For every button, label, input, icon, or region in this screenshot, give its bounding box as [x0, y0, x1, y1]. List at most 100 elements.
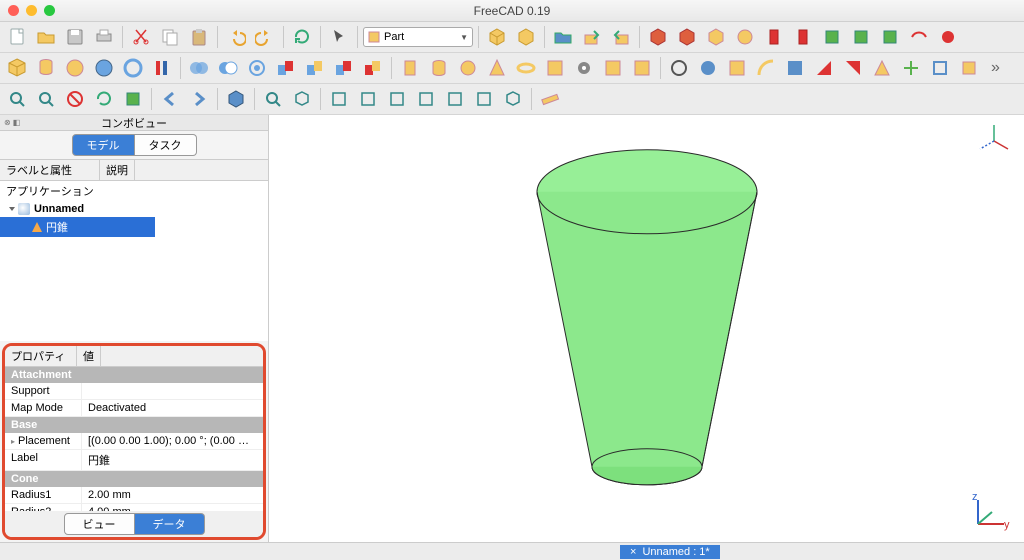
misc-1-icon[interactable] [600, 55, 626, 81]
document-tab[interactable]: × Unnamed : 1* [620, 545, 720, 559]
bool-4-icon[interactable] [273, 55, 299, 81]
shape-icon-2[interactable] [674, 24, 700, 50]
tree-root[interactable]: アプリケーション [0, 181, 268, 201]
pointer-button[interactable] [326, 24, 352, 50]
tab-task[interactable]: タスク [135, 134, 197, 156]
tab-data[interactable]: データ [135, 513, 205, 535]
view-right-icon[interactable] [384, 86, 410, 112]
axis-gizmo[interactable]: z y [970, 492, 1010, 532]
view-front-icon[interactable] [326, 86, 352, 112]
nav-cube[interactable] [976, 123, 1012, 159]
part-cylinder-icon[interactable] [33, 55, 59, 81]
paste-button[interactable] [186, 24, 212, 50]
mod-2-icon[interactable] [695, 55, 721, 81]
cube2-icon[interactable] [513, 24, 539, 50]
tab-view[interactable]: ビュー [64, 513, 135, 535]
mod-3-icon[interactable] [724, 55, 750, 81]
mod-5-icon[interactable] [782, 55, 808, 81]
part-tube-icon[interactable] [149, 55, 175, 81]
tree-document[interactable]: Unnamed [0, 201, 268, 217]
cut-button[interactable] [128, 24, 154, 50]
prism-3-icon[interactable] [542, 55, 568, 81]
tab-model[interactable]: モデル [72, 134, 135, 156]
drawstyle-icon[interactable] [223, 86, 249, 112]
mod-7-icon[interactable] [840, 55, 866, 81]
close-tab-icon[interactable]: × [630, 546, 636, 558]
cone-geometry[interactable] [517, 141, 777, 501]
view-left-icon[interactable] [471, 86, 497, 112]
revolve-icon[interactable] [426, 55, 452, 81]
nav-back-icon[interactable] [157, 86, 183, 112]
part-sphere-icon[interactable] [62, 55, 88, 81]
shape-icon-8[interactable] [848, 24, 874, 50]
view-rear-icon[interactable] [413, 86, 439, 112]
bool-5-icon[interactable] [302, 55, 328, 81]
part-ring-icon[interactable] [120, 55, 146, 81]
view-zoom-icon[interactable] [33, 86, 59, 112]
view-bottom-icon[interactable] [442, 86, 468, 112]
prop-radius1[interactable]: Radius12.00 mm [5, 487, 263, 504]
measure-icon[interactable] [537, 86, 563, 112]
prism-sphere-icon[interactable] [455, 55, 481, 81]
workbench-selector[interactable]: Part ▼ [363, 27, 473, 47]
bool-7-icon[interactable] [360, 55, 386, 81]
shape-icon-4[interactable] [732, 24, 758, 50]
iso-icon[interactable] [289, 86, 315, 112]
zoom-icon[interactable] [260, 86, 286, 112]
mod-11-icon[interactable] [956, 55, 982, 81]
mod-1-icon[interactable] [666, 55, 692, 81]
mod-9-icon[interactable] [898, 55, 924, 81]
bool-intersect-icon[interactable] [244, 55, 270, 81]
copy-button[interactable] [157, 24, 183, 50]
panel-close-icon[interactable]: ⊗ [4, 118, 11, 127]
shape-icon-6[interactable] [790, 24, 816, 50]
refresh-button[interactable] [289, 24, 315, 50]
expand-icon[interactable] [9, 207, 15, 211]
prop-label[interactable]: Label円錐 [5, 450, 263, 471]
shape-icon-5[interactable] [761, 24, 787, 50]
shape-icon-10[interactable] [906, 24, 932, 50]
part-sphere2-icon[interactable] [91, 55, 117, 81]
undo-button[interactable] [223, 24, 249, 50]
bool-cut-icon[interactable] [215, 55, 241, 81]
shape-icon-11[interactable] [935, 24, 961, 50]
save-file-button[interactable] [62, 24, 88, 50]
redo-button[interactable] [252, 24, 278, 50]
prop-mapmode[interactable]: Map ModeDeactivated [5, 400, 263, 417]
cube-icon[interactable] [484, 24, 510, 50]
bool-union-icon[interactable] [186, 55, 212, 81]
shape-icon-7[interactable] [819, 24, 845, 50]
print-button[interactable] [91, 24, 117, 50]
bool-6-icon[interactable] [331, 55, 357, 81]
nav-fwd-icon[interactable] [186, 86, 212, 112]
prop-placement[interactable]: Placement[(0.00 0.00 1.00); 0.00 °; (0.0… [5, 433, 263, 450]
shape-icon-3[interactable] [703, 24, 729, 50]
view-iso2-icon[interactable] [500, 86, 526, 112]
panel-detach-icon[interactable]: ◧ [13, 118, 21, 127]
prop-support[interactable]: Support [5, 383, 263, 400]
mod-6-icon[interactable] [811, 55, 837, 81]
tree-item-cone[interactable]: 円錐 [0, 217, 155, 237]
folder-icon[interactable] [550, 24, 576, 50]
view-fit-icon[interactable] [4, 86, 30, 112]
view-refresh-icon[interactable] [91, 86, 117, 112]
view-top-icon[interactable] [355, 86, 381, 112]
part-cube-icon[interactable] [4, 55, 30, 81]
misc-gear-icon[interactable] [571, 55, 597, 81]
shape-icon-9[interactable] [877, 24, 903, 50]
view-deselect-icon[interactable] [62, 86, 88, 112]
prism-2-icon[interactable] [513, 55, 539, 81]
toolbar-overflow-icon[interactable]: » [985, 59, 1006, 77]
shape-icon-1[interactable] [645, 24, 671, 50]
prop-radius2[interactable]: Radius24.00 mm [5, 504, 263, 511]
new-file-button[interactable] [4, 24, 30, 50]
mod-8-icon[interactable] [869, 55, 895, 81]
mod-4-icon[interactable] [753, 55, 779, 81]
import-icon[interactable] [608, 24, 634, 50]
extrude-icon[interactable] [397, 55, 423, 81]
view-cube-icon[interactable] [120, 86, 146, 112]
open-file-button[interactable] [33, 24, 59, 50]
misc-2-icon[interactable] [629, 55, 655, 81]
mod-10-icon[interactable] [927, 55, 953, 81]
export-icon[interactable] [579, 24, 605, 50]
